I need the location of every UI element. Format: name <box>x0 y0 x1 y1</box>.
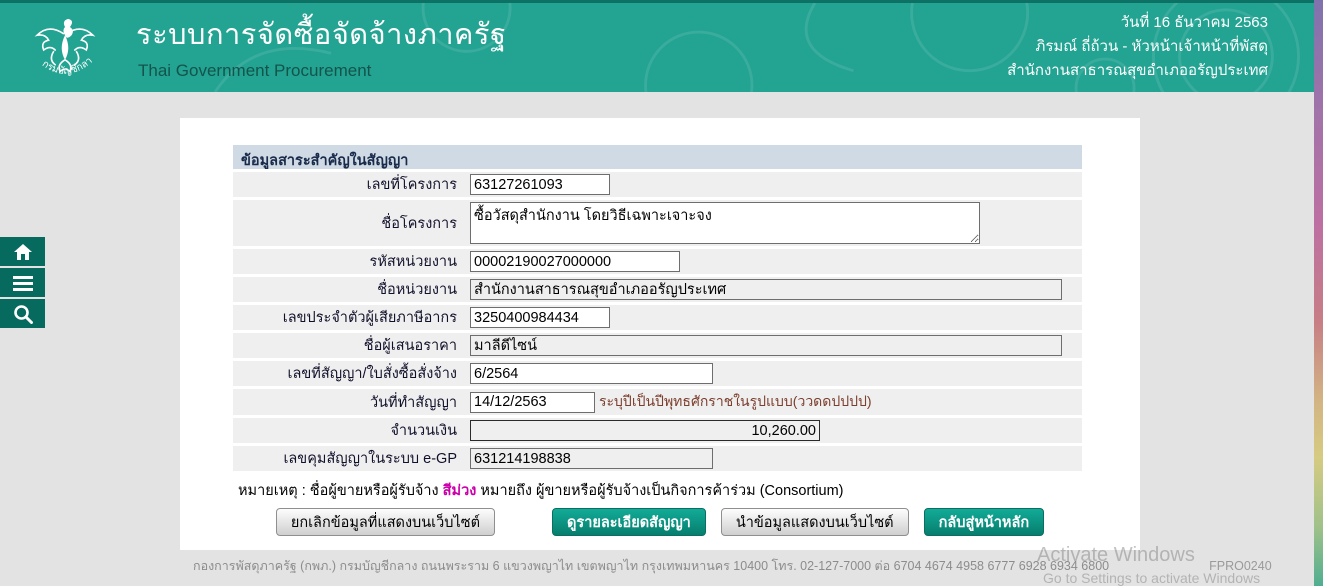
content-panel: ข้อมูลสาระสำคัญในสัญญา เลขที่โครงการ ชื่… <box>180 118 1140 550</box>
current-user: ภิรมณ์ ถี่ถ้วน - หัวหน้าเจ้าหน้าที่พัสดุ <box>1007 35 1268 59</box>
field-label: เลขคุมสัญญาในระบบ e-GP <box>233 447 466 470</box>
field-row-contract-number: เลขที่สัญญา/ใบสั่งซื้อสั่งจ้าง <box>233 361 1082 386</box>
view-contract-detail-button[interactable]: ดูรายละเอียดสัญญา <box>552 508 706 536</box>
field-label: รหัสหน่วยงาน <box>233 250 466 273</box>
bidder-name-input[interactable] <box>470 335 1062 356</box>
svg-text:กรมบัญชีกลาง: กรมบัญชีกลาง <box>24 9 95 77</box>
menu-icon <box>13 275 33 291</box>
app-title: ระบบการจัดซื้อจัดจ้างภาครัฐ <box>136 11 506 57</box>
form-title: ข้อมูลสาระสำคัญในสัญญา <box>233 145 1082 169</box>
sidebar <box>0 237 45 330</box>
agency-name-input[interactable] <box>470 279 1062 300</box>
agency-code-input[interactable] <box>470 251 680 272</box>
activate-windows-watermark: Activate Windows <box>1037 544 1195 567</box>
search-icon <box>13 304 33 324</box>
publish-data-button[interactable]: นำข้อมูลแสดงบนเว็บไซต์ <box>721 508 909 536</box>
footer-address: กองการพัสดุภาครัฐ (กพภ.) กรมบัญชีกลาง ถน… <box>193 559 1109 573</box>
contract-date-input[interactable] <box>470 392 595 413</box>
current-date: วันที่ 16 ธันวาคม 2563 <box>1007 11 1268 35</box>
field-row-agency-name: ชื่อหน่วยงาน <box>233 277 1082 302</box>
field-row-agency-code: รหัสหน่วยงาน <box>233 249 1082 274</box>
cancel-publish-button[interactable]: ยกเลิกข้อมูลที่แสดงบนเว็บไซต์ <box>276 508 495 536</box>
home-icon <box>13 243 33 261</box>
note-prefix: หมายเหตุ : ชื่อผู้ขายหรือผู้รับจ้าง <box>238 483 443 499</box>
field-row-contract-date: วันที่ทำสัญญา ระบุปีเป็นปีพุทธศักราชในรู… <box>233 389 1082 415</box>
project-name-textarea[interactable]: ซื้อวัสดุสำนักงาน โดยวิธีเฉพาะเจาะจง <box>470 202 980 244</box>
search-button[interactable] <box>0 299 45 328</box>
contract-summary-form: ข้อมูลสาระสำคัญในสัญญา เลขที่โครงการ ชื่… <box>233 145 1082 502</box>
home-button[interactable] <box>0 237 45 266</box>
activate-windows-subtext: Go to Settings to activate Windows <box>1043 570 1260 586</box>
field-label: จำนวนเงิน <box>233 419 466 442</box>
app-header: กรมบัญชีกลาง ระบบการจัดซื้อจัดจ้างภาครัฐ… <box>0 0 1323 92</box>
action-buttons: ยกเลิกข้อมูลที่แสดงบนเว็บไซต์ ดูรายละเอี… <box>180 508 1140 536</box>
field-row-taxpayer-id: เลขประจำตัวผู้เสียภาษีอากร <box>233 305 1082 330</box>
date-format-hint: ระบุปีเป็นปีพุทธศักราชในรูปแบบ(ววดดปปปป) <box>599 391 872 413</box>
user-organization: สำนักงานสาธารณสุขอำเภออรัญประเทศ <box>1007 59 1268 83</box>
field-label: เลขประจำตัวผู้เสียภาษีอากร <box>233 306 466 329</box>
field-row-project-number: เลขที่โครงการ <box>233 172 1082 197</box>
session-info: วันที่ 16 ธันวาคม 2563 ภิรมณ์ ถี่ถ้วน - … <box>1007 11 1268 83</box>
field-label: เลขที่สัญญา/ใบสั่งซื้อสั่งจ้าง <box>233 362 466 385</box>
field-row-amount: จำนวนเงิน <box>233 418 1082 443</box>
menu-button[interactable] <box>0 268 45 297</box>
amount-input[interactable] <box>470 420 820 441</box>
note-suffix: หมายถึง ผู้ขายหรือผู้รับจ้างเป็นกิจการค้… <box>476 483 843 499</box>
field-label: ชื่อหน่วยงาน <box>233 278 466 301</box>
field-row-egp-control-number: เลขคุมสัญญาในระบบ e-GP <box>233 446 1082 471</box>
contract-number-input[interactable] <box>470 363 713 384</box>
back-to-home-button[interactable]: กลับสู่หน้าหลัก <box>924 508 1045 536</box>
field-label: ชื่อโครงการ <box>233 212 466 235</box>
app-subtitle: Thai Government Procurement <box>138 61 371 81</box>
field-label: วันที่ทำสัญญา <box>233 391 466 414</box>
field-label: ชื่อผู้เสนอราคา <box>233 334 466 357</box>
screen-edge-strip <box>1314 0 1323 586</box>
taxpayer-id-input[interactable] <box>470 307 610 328</box>
egp-control-number-input[interactable] <box>470 448 713 469</box>
note-highlight: สีม่วง <box>443 483 477 499</box>
field-row-project-name: ชื่อโครงการ ซื้อวัสดุสำนักงาน โดยวิธีเฉพ… <box>233 200 1082 246</box>
garuda-logo: กรมบัญชีกลาง <box>24 9 106 91</box>
consortium-note: หมายเหตุ : ชื่อผู้ขายหรือผู้รับจ้าง สีม่… <box>238 479 1082 502</box>
field-row-bidder-name: ชื่อผู้เสนอราคา <box>233 333 1082 358</box>
project-number-input[interactable] <box>470 174 610 195</box>
field-label: เลขที่โครงการ <box>233 173 466 196</box>
